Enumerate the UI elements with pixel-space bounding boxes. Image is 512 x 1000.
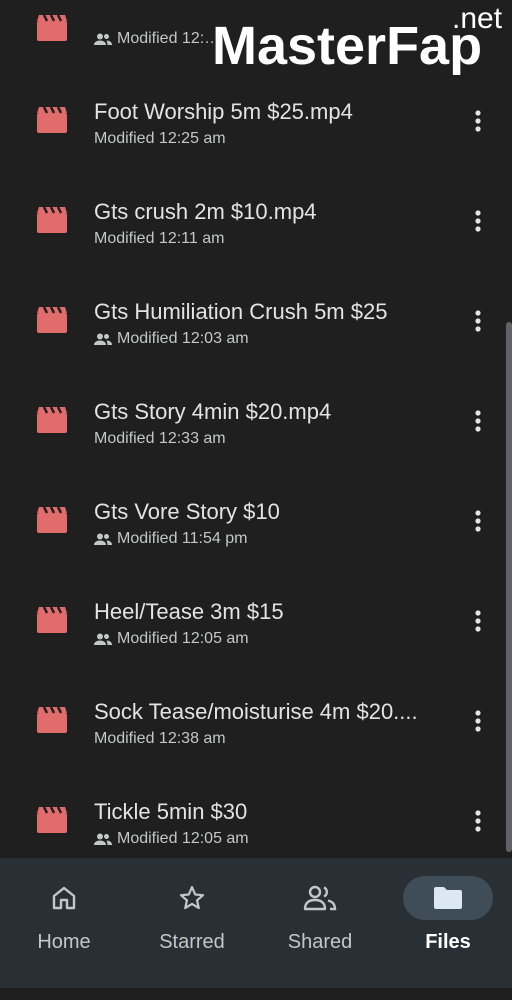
nav-files[interactable]: Files (384, 858, 512, 988)
star-icon (179, 885, 205, 910)
scrollbar[interactable] (506, 322, 512, 852)
modified-label: Modified 12:05 am (117, 830, 249, 847)
nav-files-icon-wrap (403, 876, 493, 920)
nav-files-label: Files (425, 931, 471, 953)
nav-home-label: Home (37, 931, 91, 953)
watermark-logo: MasterFap .net (212, 2, 503, 76)
watermark-main-text: MasterFap (212, 16, 482, 76)
file-row[interactable]: Heel/Tease 3m $15 Modified 12:05 am (0, 504, 512, 647)
file-list: Modified 12:… Foot Worship 5m $25.mp4 Mo… (0, 0, 512, 858)
nav-home[interactable]: Home (0, 858, 128, 988)
shared-people-icon (303, 885, 337, 911)
system-bar (0, 988, 512, 1000)
file-row[interactable]: Gts Humiliation Crush 5m $25 Modified 12… (0, 204, 512, 347)
bottom-navigation: Home Starred Shared Files (0, 858, 512, 988)
more-options-button[interactable] (463, 804, 493, 838)
nav-starred-icon-wrap (147, 876, 237, 920)
nav-shared-label: Shared (287, 931, 353, 953)
shared-people-icon (94, 833, 112, 845)
file-row[interactable]: Gts Story 4min $20.mp4 Modified 12:33 am (0, 304, 512, 447)
nav-starred-label: Starred (159, 931, 225, 953)
file-modified: Modified 12:05 am (94, 830, 249, 848)
nav-home-icon-wrap (19, 876, 109, 920)
file-row[interactable]: Gts Vore Story $10 Modified 11:54 pm (0, 404, 512, 547)
more-vert-icon (475, 810, 481, 832)
watermark-suffix-text: .net (452, 2, 503, 35)
home-icon (52, 886, 76, 910)
file-row[interactable]: Sock Tease/moisturise 4m $20.... Modifie… (0, 604, 512, 747)
file-name: Tickle 5min $30 (94, 799, 248, 824)
video-file-icon (37, 807, 67, 833)
file-row[interactable]: Gts crush 2m $10.mp4 Modified 12:11 am (0, 104, 512, 247)
nav-shared-icon-wrap (275, 876, 365, 920)
nav-starred[interactable]: Starred (128, 858, 256, 988)
folder-icon (434, 887, 462, 909)
nav-shared[interactable]: Shared (256, 858, 384, 988)
file-row[interactable]: Tickle 5min $30 Modified 12:05 am (0, 704, 512, 847)
